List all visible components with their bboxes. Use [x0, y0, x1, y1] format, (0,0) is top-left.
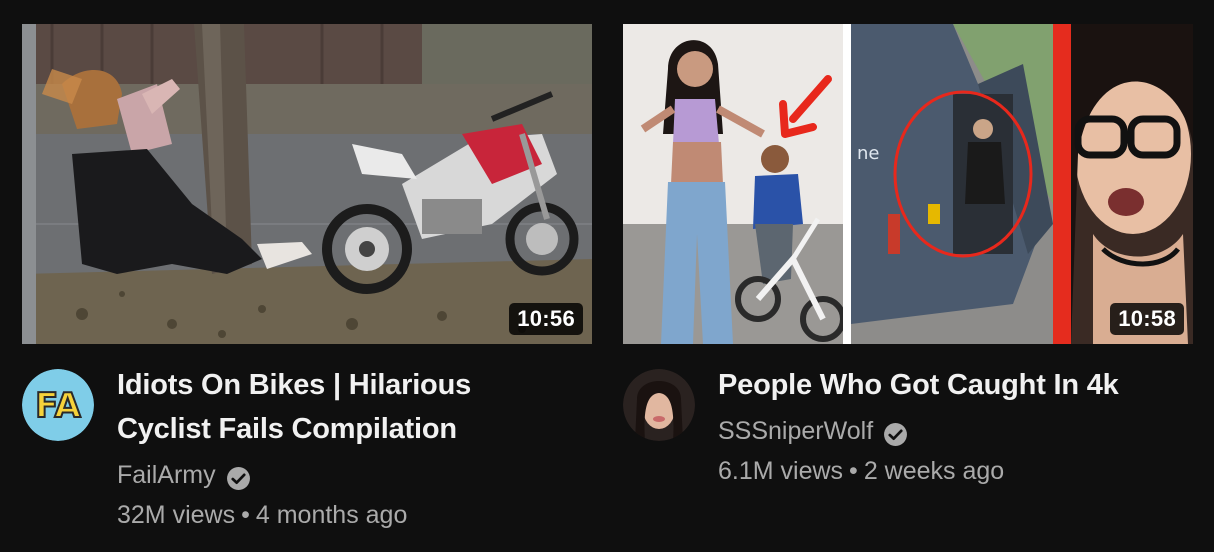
video-stats: 6.1M views • 2 weeks ago — [718, 451, 1193, 491]
channel-avatar[interactable]: FA — [22, 369, 94, 441]
verified-check-icon — [226, 463, 251, 490]
video-grid: 10:56 FA Idiots On Bikes | Hilarious Cyc… — [0, 0, 1214, 552]
sssniperwolf-avatar-image — [623, 369, 695, 441]
video-thumbnail[interactable]: ne 10:58 — [623, 24, 1193, 344]
channel-row: FailArmy — [117, 455, 592, 495]
svg-text:ne: ne — [857, 143, 879, 164]
video-card[interactable]: 10:56 FA Idiots On Bikes | Hilarious Cyc… — [22, 24, 592, 535]
avatar-logo-text: FA — [35, 386, 81, 426]
video-title-line: People Who Got Caught In 4k — [718, 369, 1119, 401]
video-details: Idiots On Bikes | Hilarious Cyclist Fail… — [117, 369, 592, 535]
video-meta: FA Idiots On Bikes | Hilarious Cyclist F… — [22, 369, 592, 535]
video-title[interactable]: People Who Got Caught In 4k — [718, 363, 1193, 407]
upload-age: 4 months ago — [255, 501, 408, 529]
video-title[interactable]: Idiots On Bikes | Hilarious Cyclist Fail… — [117, 363, 592, 451]
video-meta: People Who Got Caught In 4k SSSniperWolf… — [623, 369, 1193, 491]
upload-age: 2 weeks ago — [863, 457, 1005, 485]
channel-row: SSSniperWolf — [718, 411, 1193, 451]
video-stats: 32M views • 4 months ago — [117, 495, 592, 535]
video-thumbnail[interactable]: 10:56 — [22, 24, 592, 344]
verified-check-icon — [883, 419, 908, 446]
view-count: 6.1M views — [718, 457, 844, 485]
separator-dot: • — [241, 501, 250, 529]
video-details: People Who Got Caught In 4k SSSniperWolf… — [718, 369, 1193, 491]
channel-name[interactable]: FailArmy — [117, 455, 216, 495]
channel-avatar[interactable] — [623, 369, 695, 441]
video-title-line: Cyclist Fails Compilation — [117, 413, 457, 445]
thumbnail-image-caught-in-4k: ne — [623, 24, 1193, 344]
video-card[interactable]: ne 10:58 People Who Got Caught In 4k SSS… — [623, 24, 1193, 491]
failarmy-logo: FA — [22, 369, 94, 441]
separator-dot: • — [849, 457, 858, 485]
duration-badge: 10:56 — [509, 303, 583, 335]
channel-name[interactable]: SSSniperWolf — [718, 411, 873, 451]
view-count: 32M views — [117, 501, 236, 529]
duration-badge: 10:58 — [1110, 303, 1184, 335]
video-title-line: Idiots On Bikes | Hilarious — [117, 369, 472, 401]
thumbnail-image-bike-fail — [22, 24, 592, 344]
